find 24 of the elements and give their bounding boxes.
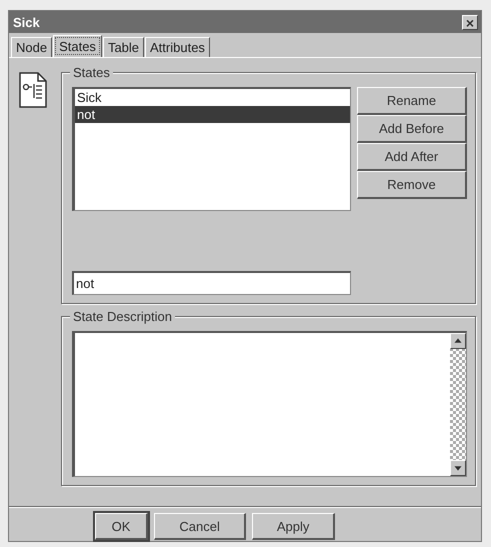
states-list[interactable]: Sick not bbox=[72, 87, 351, 211]
action-button[interactable]: Add After bbox=[357, 143, 467, 171]
close-button[interactable]: × bbox=[462, 14, 478, 30]
tab[interactable]: Table bbox=[102, 37, 144, 57]
document-icon bbox=[19, 72, 47, 108]
state-name-field[interactable]: not bbox=[72, 271, 351, 295]
group-title: State Description bbox=[70, 309, 175, 324]
tab[interactable]: Node bbox=[11, 37, 52, 57]
scroll-up-icon[interactable] bbox=[450, 333, 466, 349]
list-item[interactable]: not bbox=[75, 106, 350, 123]
action-button[interactable]: Rename bbox=[357, 87, 467, 115]
dialog-button[interactable]: Apply bbox=[252, 513, 336, 540]
list-item[interactable]: Sick bbox=[75, 89, 350, 106]
action-button[interactable]: Add Before bbox=[357, 115, 467, 143]
group-title: States bbox=[70, 65, 113, 80]
dialog-button[interactable]: OK bbox=[94, 513, 148, 540]
window-title: Sick bbox=[13, 14, 40, 30]
description-textarea[interactable] bbox=[72, 331, 467, 477]
scroll-down-icon[interactable] bbox=[450, 460, 466, 476]
dialog-button[interactable]: Cancel bbox=[154, 513, 246, 540]
action-button[interactable]: Remove bbox=[357, 171, 467, 199]
tab[interactable]: States bbox=[53, 35, 102, 57]
scrollbar[interactable] bbox=[450, 333, 466, 476]
tab[interactable]: Attributes bbox=[145, 37, 210, 57]
